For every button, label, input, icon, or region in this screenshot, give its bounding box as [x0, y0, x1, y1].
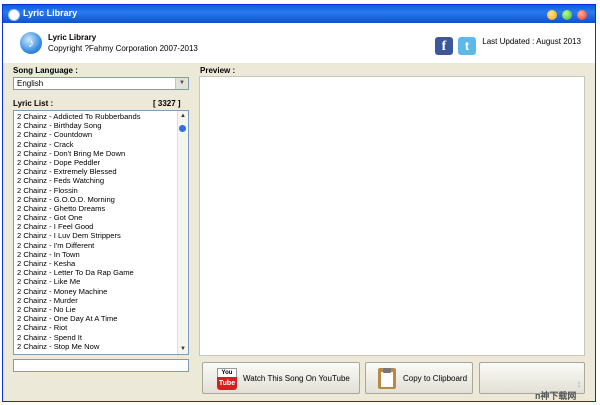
chevron-down-icon[interactable]: ▼: [175, 78, 188, 89]
maximize-button[interactable]: [562, 10, 572, 20]
list-item[interactable]: 2 Chainz - In Town: [17, 250, 188, 259]
lyric-count: [ 3327 ]: [153, 99, 181, 108]
song-language-select[interactable]: English ▼: [13, 77, 189, 90]
copy-clipboard-button[interactable]: Copy to Clipboard: [365, 362, 473, 394]
list-item[interactable]: 2 Chainz - Money Machine: [17, 287, 188, 296]
music-note-icon: ♪: [20, 32, 42, 54]
youtube-icon-tube: Tube: [217, 377, 237, 390]
list-item[interactable]: 2 Chainz - I'm Different: [17, 241, 188, 250]
list-item[interactable]: 2 Chainz - Like Me: [17, 277, 188, 286]
list-item[interactable]: 2 Chainz - Ghetto Dreams: [17, 204, 188, 213]
search-input[interactable]: [13, 359, 189, 372]
list-item[interactable]: 2 Chainz - Birthday Song: [17, 121, 188, 130]
list-item[interactable]: 2 Chainz - Feds Watching: [17, 176, 188, 185]
last-updated-text: Last Updated : August 2013: [482, 37, 581, 46]
scroll-down-icon[interactable]: ▼: [178, 344, 188, 354]
list-item[interactable]: 2 Chainz - Murder: [17, 296, 188, 305]
list-item[interactable]: 2 Chainz - Don't Bring Me Down: [17, 149, 188, 158]
window-title: Lyric Library: [23, 8, 78, 18]
minimize-button[interactable]: [547, 10, 557, 20]
list-item[interactable]: 2 Chainz - Dope Peddler: [17, 158, 188, 167]
song-language-label: Song Language :: [13, 66, 78, 75]
facebook-icon[interactable]: f: [435, 37, 453, 55]
title-bar[interactable]: Lyric Library: [3, 5, 595, 23]
list-item[interactable]: 2 Chainz - One Day At A Time: [17, 314, 188, 323]
list-item[interactable]: 2 Chainz - Addicted To Rubberbands: [17, 112, 188, 121]
list-item[interactable]: 2 Chainz - Riot: [17, 323, 188, 332]
scroll-thumb[interactable]: [179, 125, 186, 132]
list-item[interactable]: 2 Chainz - Spend It: [17, 333, 188, 342]
list-item[interactable]: 2 Chainz - Extremely Blessed: [17, 167, 188, 176]
app-icon: [8, 9, 20, 21]
list-item[interactable]: 2 Chainz - Crack: [17, 140, 188, 149]
list-item[interactable]: 2 Chainz - Letter To Da Rap Game: [17, 268, 188, 277]
app-name: Lyric Library: [48, 33, 97, 42]
lyric-list[interactable]: 2 Chainz - Addicted To Rubberbands 2 Chai…: [13, 110, 189, 355]
list-item[interactable]: 2 Chainz - Kesha: [17, 259, 188, 268]
song-language-value: English: [17, 79, 44, 88]
youtube-icon: You Tube: [217, 368, 237, 390]
copy-clipboard-label: Copy to Clipboard: [403, 374, 468, 383]
lyric-list-scrollbar[interactable]: ▲ ▼: [177, 111, 188, 354]
lyric-items: 2 Chainz - Addicted To Rubberbands 2 Chai…: [14, 111, 188, 351]
list-item[interactable]: 2 Chainz - Got One: [17, 213, 188, 222]
app-header: ♪ Lyric Library Copyright ?Fahmy Corpora…: [3, 23, 595, 63]
list-item[interactable]: 2 Chainz - Countdown: [17, 130, 188, 139]
resize-grip-icon: ⁞: [578, 382, 580, 389]
youtube-button-label: Watch This Song On YouTube: [243, 374, 350, 383]
app-window: Lyric Library ♪ Lyric Library Copyright …: [2, 4, 596, 402]
lyric-preview-pane[interactable]: [199, 76, 585, 356]
list-item[interactable]: 2 Chainz - Stop Me Now: [17, 342, 188, 351]
watermark-text: п神下载网: [535, 391, 577, 401]
close-button[interactable]: [577, 10, 587, 20]
youtube-icon-you: You: [217, 368, 237, 377]
youtube-button[interactable]: You Tube Watch This Song On YouTube: [202, 362, 360, 394]
list-item[interactable]: 2 Chainz - No Lie: [17, 305, 188, 314]
copyright-text: Copyright ?Fahmy Corporation 2007-2013: [48, 44, 198, 53]
list-item[interactable]: 2 Chainz - Flossin: [17, 186, 188, 195]
twitter-icon[interactable]: t: [458, 37, 476, 55]
lyric-list-label: Lyric List :: [13, 99, 54, 108]
list-item[interactable]: 2 Chainz - G.O.O.D. Morning: [17, 195, 188, 204]
preview-label: Preview :: [200, 66, 236, 75]
list-item[interactable]: 2 Chainz - I Luv Dem Strippers: [17, 231, 188, 240]
scroll-up-icon[interactable]: ▲: [178, 111, 188, 121]
clipboard-icon: [378, 368, 396, 389]
list-item[interactable]: 2 Chainz - I Feel Good: [17, 222, 188, 231]
